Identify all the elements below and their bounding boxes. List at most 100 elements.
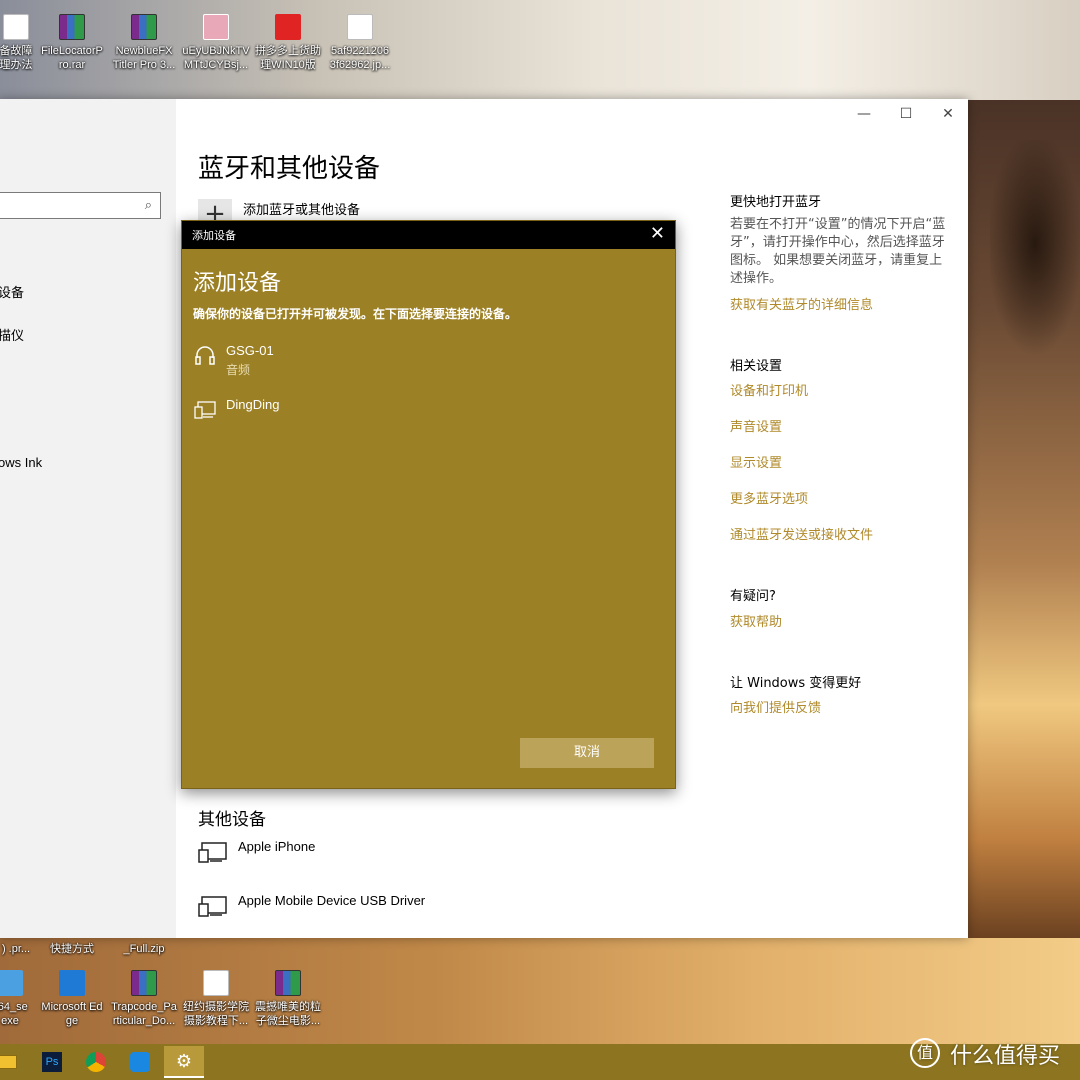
desktop-icon-label: ro.rar — [58, 59, 86, 71]
desktop-icon-label: 摄影教程下... — [183, 1015, 249, 1027]
desktop-icon-label: _Full.zip — [123, 943, 165, 955]
display-device-icon — [198, 896, 227, 917]
document-icon — [347, 14, 373, 40]
send-receive-files-link[interactable]: 通过蓝牙发送或接收文件 — [730, 524, 873, 543]
photoshop-icon: Ps — [42, 1052, 62, 1072]
desktop-icon-label: FileLocatorP — [41, 45, 103, 57]
chrome-button[interactable] — [76, 1046, 116, 1078]
add-device-dialog: 添加设备 ✕ 添加设备 确保你的设备已打开并可被发现。在下面选择要连接的设备。 … — [181, 220, 676, 789]
edge-icon — [59, 970, 85, 996]
device-type: 音频 — [226, 363, 251, 377]
sound-settings-link[interactable]: 声音设置 — [730, 416, 782, 435]
desktop-icon-label: uEyUBJNkTV — [182, 45, 250, 57]
display-device-icon — [198, 842, 227, 863]
rar-archive-icon — [59, 14, 85, 40]
desktop-icon-label: 子微尘电影... — [255, 1015, 321, 1027]
desktop-icon-label: 理WIN10版 — [260, 59, 316, 71]
desktop-icon-label: Microsoft Ed — [41, 1001, 103, 1013]
quick-bluetooth-heading: 更快地打开蓝牙 — [730, 195, 822, 210]
uplay-icon — [130, 1052, 150, 1072]
add-device-label[interactable]: 添加蓝牙或其他设备 — [243, 199, 360, 218]
desktop-icon-label: 快捷方式 — [50, 943, 94, 955]
desktop-icon[interactable]: uEyUBJNkTV MTtJCYBsj... — [180, 14, 252, 72]
page-title: 蓝牙和其他设备 — [198, 154, 381, 184]
related-settings-heading: 相关设置 — [730, 359, 783, 374]
device-name: DingDing — [226, 397, 280, 412]
give-feedback-link[interactable]: 向我们提供反馈 — [730, 697, 821, 716]
desktop-icon-label: NewblueFX — [115, 45, 173, 57]
search-input[interactable]: ⌕ — [0, 192, 161, 219]
bluetooth-info-link[interactable]: 获取有关蓝牙的详细信息 — [730, 294, 873, 313]
desktop-icon-partial[interactable]: 快捷方式 — [36, 942, 108, 956]
discovered-device-dingding[interactable]: DingDing — [194, 397, 494, 437]
desktop-icon-label: Trapcode_Pa — [111, 1001, 177, 1013]
photoshop-button[interactable]: Ps — [32, 1046, 72, 1078]
desktop-icon[interactable]: 纽约摄影学院 摄影教程下... — [180, 970, 252, 1028]
desktop-icon-label: 震撼唯美的粒 — [255, 1001, 321, 1013]
display-settings-link[interactable]: 显示设置 — [730, 452, 782, 471]
device-name: Apple iPhone — [238, 839, 316, 854]
desktop-icon-label: 5af9221206 — [330, 45, 390, 57]
desktop-icon[interactable]: Trapcode_Pa rticular_Do... — [108, 970, 180, 1028]
document-icon — [203, 970, 229, 996]
settings-taskbar-button[interactable]: ⚙ — [164, 1046, 204, 1078]
device-name: GSG-01 — [226, 343, 274, 358]
rar-archive-icon — [131, 14, 157, 40]
file-explorer-button[interactable] — [0, 1046, 28, 1078]
questions-heading: 有疑问? — [730, 589, 776, 604]
desktop-icon[interactable]: NewblueFX Titler Pro 3... — [108, 14, 180, 72]
desktop-icon-label: Titler Pro 3... — [112, 59, 176, 71]
app-icon — [275, 14, 301, 40]
desktop-icon[interactable]: 震撼唯美的粒 子微尘电影... — [252, 970, 324, 1028]
desktop-icon[interactable]: Microsoft Ed ge — [36, 970, 108, 1028]
desktop-icon[interactable]: 拼多多上货助 理WIN10版 — [252, 14, 324, 72]
dialog-heading: 添加设备 — [193, 271, 282, 296]
document-icon — [3, 14, 29, 40]
dialog-instructions: 确保你的设备已打开并可被发现。在下面选择要连接的设备。 — [193, 307, 518, 321]
other-devices-heading: 其他设备 — [198, 810, 266, 830]
installer-icon — [0, 970, 23, 996]
chrome-icon — [86, 1052, 106, 1072]
desktop-icon-label: ge — [65, 1015, 79, 1027]
uplay-button[interactable] — [120, 1046, 160, 1078]
device-name: Apple Mobile Device USB Driver — [238, 893, 426, 908]
desktop-icon-label: 3f62962.jp... — [329, 59, 391, 71]
dialog-close-button[interactable]: ✕ — [650, 223, 665, 245]
palm-silhouette — [990, 140, 1080, 400]
discovered-device-gsg01[interactable]: GSG-01 音频 — [194, 343, 494, 383]
sidebar-item-printers-scanners[interactable]: 描仪 — [0, 325, 24, 344]
desktop-icon[interactable]: 5af9221206 3f62962.jp... — [324, 14, 396, 72]
settings-gear-icon: ⚙ — [175, 1051, 193, 1072]
watermark-text: 什么值得买 — [950, 1044, 1061, 1069]
device-list-item[interactable]: Apple Mobile Device USB Driver — [198, 893, 498, 923]
quick-bluetooth-text: 若要在不打开“设置”的情况下开启“蓝牙”，请打开操作中心，然后选择蓝牙图标。 如… — [730, 217, 946, 286]
watermark-logo-icon: 值 — [910, 1038, 940, 1068]
search-icon: ⌕ — [144, 198, 152, 213]
rar-archive-icon — [131, 970, 157, 996]
device-list-item[interactable]: Apple iPhone — [198, 839, 498, 869]
desktop-icon-label: MTtJCYBsj... — [183, 59, 249, 71]
devices-printers-link[interactable]: 设备和打印机 — [730, 380, 808, 399]
sidebar-item-windows-ink[interactable]: ows Ink — [0, 455, 42, 470]
rar-archive-icon — [275, 970, 301, 996]
more-bluetooth-options-link[interactable]: 更多蓝牙选项 — [730, 488, 808, 507]
minimize-button[interactable]: — — [844, 103, 884, 125]
maximize-button[interactable]: ☐ — [886, 103, 926, 125]
desktop-icon-partial[interactable]: _Full.zip — [108, 942, 180, 956]
desktop-icon-label: 拼多多上货助 — [255, 45, 321, 57]
desktop-icon[interactable]: FileLocatorP ro.rar — [36, 14, 108, 72]
headphones-icon — [195, 346, 215, 365]
cancel-button[interactable]: 取消 — [520, 738, 654, 768]
get-help-link[interactable]: 获取帮助 — [730, 611, 782, 630]
image-icon — [203, 14, 229, 40]
dialog-titlebar: 添加设备 ✕ — [182, 221, 675, 249]
settings-sidebar: ⌕ 设备 描仪 ows Ink — [0, 99, 176, 938]
file-explorer-icon — [0, 1055, 17, 1069]
dialog-title: 添加设备 — [192, 229, 236, 242]
desktop-icon-label: rticular_Do... — [112, 1015, 176, 1027]
desktop-icon-label: 纽约摄影学院 — [183, 1001, 249, 1013]
sidebar-item-devices[interactable]: 设备 — [0, 282, 24, 301]
display-device-icon — [194, 401, 216, 419]
make-windows-better-heading: 让 Windows 变得更好 — [730, 676, 862, 691]
close-button[interactable]: ✕ — [928, 103, 968, 125]
